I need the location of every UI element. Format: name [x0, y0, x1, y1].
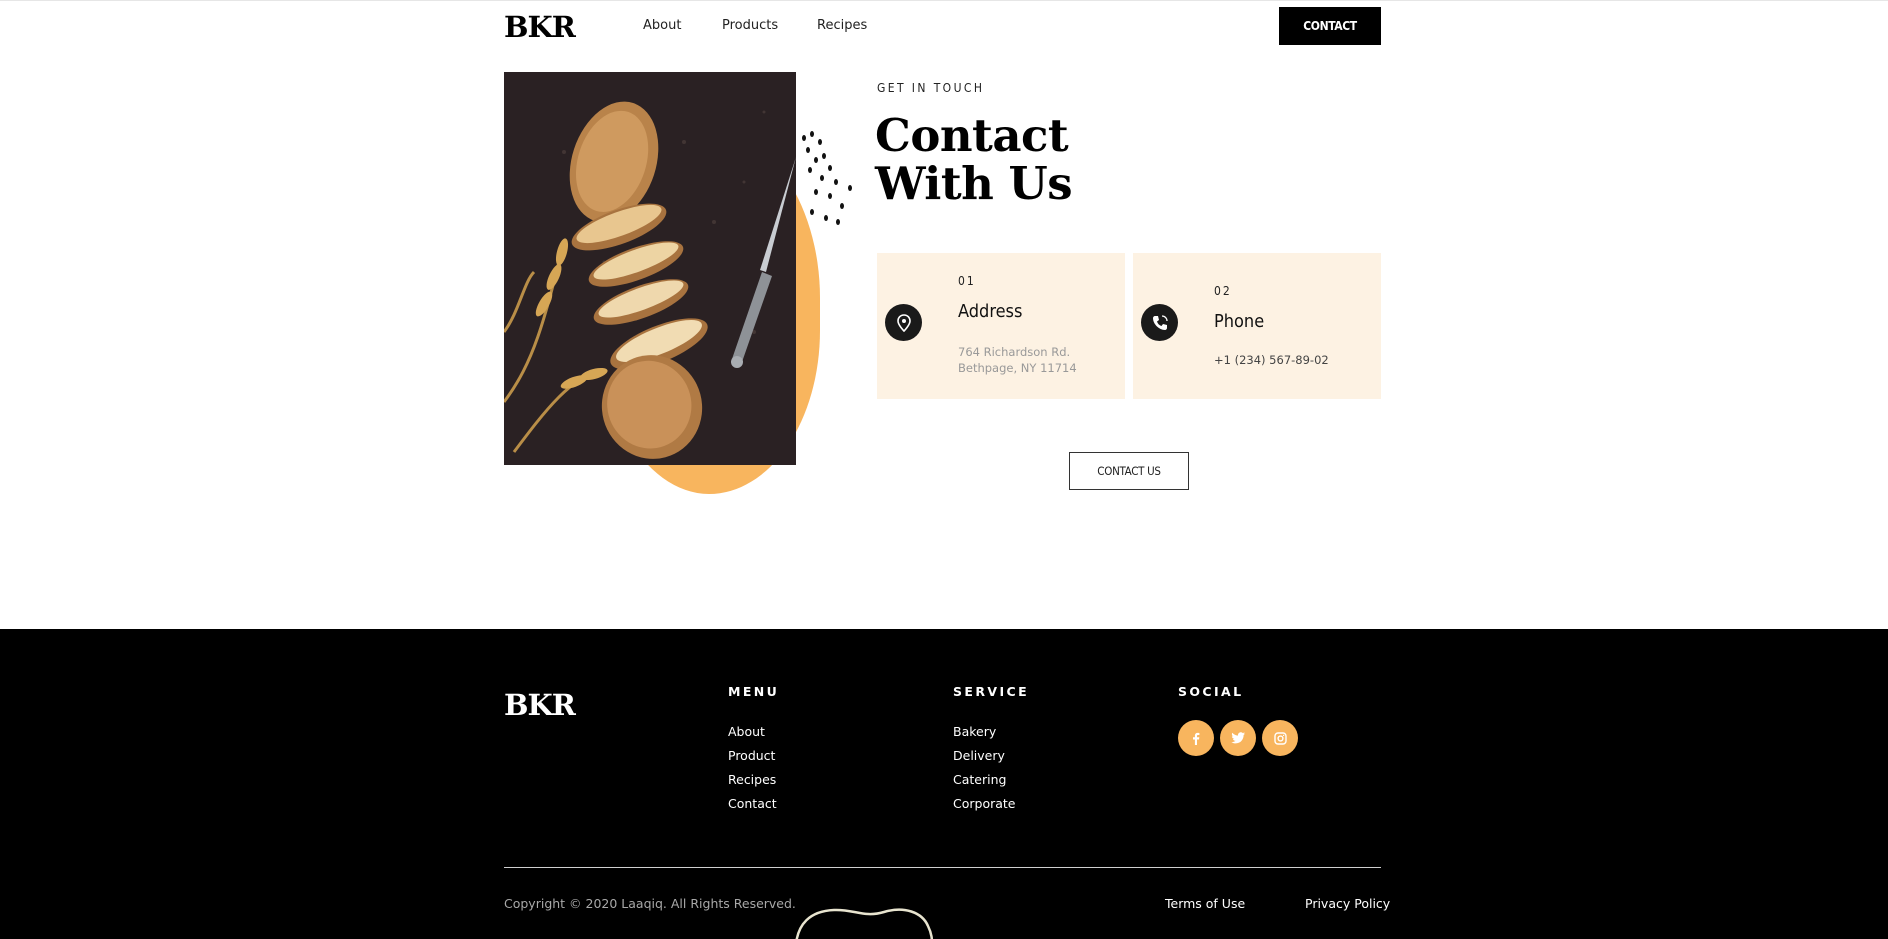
nav-recipes[interactable]: Recipes: [817, 18, 867, 33]
instagram-icon[interactable]: [1262, 720, 1298, 756]
title-line-2: With Us: [875, 157, 1073, 211]
footer: BKR MENU About Product Recipes Contact S…: [0, 629, 1888, 939]
contact-us-button[interactable]: CONTACT US: [1069, 452, 1189, 490]
footer-link-bakery[interactable]: Bakery: [953, 724, 996, 739]
section-eyebrow: GET IN TOUCH: [877, 81, 985, 95]
address-text: 764 Richardson Rd. Bethpage, NY 11714: [958, 344, 1077, 376]
card-title: Phone: [1214, 311, 1265, 332]
phone-text[interactable]: +1 (234) 567-89-02: [1214, 352, 1329, 368]
privacy-link[interactable]: Privacy Policy: [1305, 896, 1390, 911]
logo[interactable]: BKR: [504, 13, 576, 42]
decorative-dots: [802, 131, 852, 225]
footer-link-product[interactable]: Product: [728, 748, 775, 763]
facebook-icon[interactable]: [1178, 720, 1214, 756]
page-title: Contact With Us: [875, 109, 1175, 211]
bread-image: [504, 72, 796, 465]
address-card: 01 Address 764 Richardson Rd. Bethpage, …: [877, 253, 1125, 399]
title-line-1: Contact: [875, 109, 1069, 162]
footer-divider: [504, 867, 1381, 868]
header-contact-button[interactable]: CONTACT: [1279, 7, 1381, 45]
footer-link-contact[interactable]: Contact: [728, 796, 777, 811]
top-border: [0, 0, 1888, 1]
card-number: 01: [958, 274, 976, 288]
footer-link-catering[interactable]: Catering: [953, 772, 1006, 787]
footer-menu-heading: MENU: [728, 684, 780, 699]
footer-link-delivery[interactable]: Delivery: [953, 748, 1005, 763]
location-pin-icon: [885, 304, 922, 341]
footer-link-recipes[interactable]: Recipes: [728, 772, 776, 787]
footer-link-corporate[interactable]: Corporate: [953, 796, 1016, 811]
copyright-text: Copyright © 2020 Laaqiq. All Rights Rese…: [504, 896, 796, 911]
twitter-icon[interactable]: [1220, 720, 1256, 756]
terms-link[interactable]: Terms of Use: [1165, 896, 1245, 911]
footer-social-heading: SOCIAL: [1178, 684, 1244, 699]
phone-icon: [1141, 304, 1178, 341]
phone-card: 02 Phone +1 (234) 567-89-02: [1133, 253, 1381, 399]
card-title: Address: [958, 301, 1023, 322]
footer-link-about[interactable]: About: [728, 724, 765, 739]
card-number: 02: [1214, 284, 1232, 298]
nav-products[interactable]: Products: [722, 18, 778, 33]
decorative-outline: [795, 908, 934, 939]
address-line-1: 764 Richardson Rd.: [958, 345, 1071, 359]
address-line-2: Bethpage, NY 11714: [958, 361, 1077, 375]
nav-about[interactable]: About: [643, 18, 681, 33]
footer-logo[interactable]: BKR: [504, 691, 576, 720]
footer-service-heading: SERVICE: [953, 684, 1030, 699]
